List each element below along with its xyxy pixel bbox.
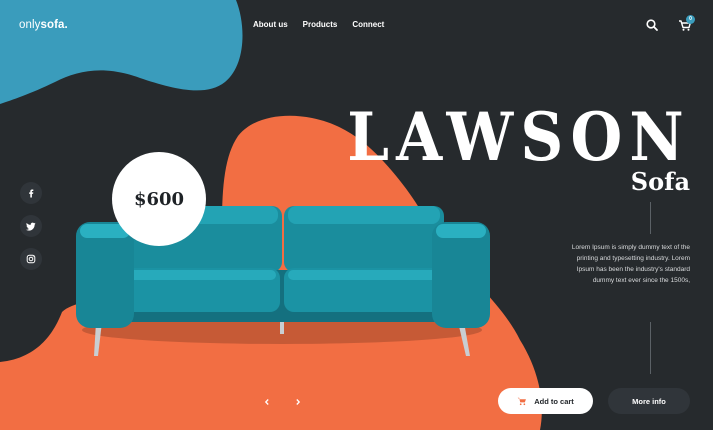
brand-name-suffix: sofa. xyxy=(40,19,68,31)
instagram-link[interactable] xyxy=(20,248,42,270)
search-icon[interactable] xyxy=(645,18,659,32)
more-info-label: More info xyxy=(632,396,666,406)
chevron-left-icon xyxy=(264,398,269,405)
brand-logo[interactable]: onlysofa. xyxy=(19,19,68,31)
add-to-cart-button[interactable]: Add to cart xyxy=(498,388,593,414)
product-description: Lorem Ipsum is simply dummy text of the … xyxy=(571,244,690,284)
instagram-icon xyxy=(26,254,36,264)
facebook-link[interactable] xyxy=(20,182,42,204)
nav-item-connect[interactable]: Connect xyxy=(352,20,384,29)
divider-line-bottom xyxy=(650,322,651,374)
prev-button[interactable] xyxy=(254,389,279,414)
twitter-link[interactable] xyxy=(20,215,42,237)
product-title: LAWSON xyxy=(347,98,691,176)
more-info-button[interactable]: More info xyxy=(608,388,690,414)
add-to-cart-label: Add to cart xyxy=(534,396,574,406)
chevron-right-icon xyxy=(295,398,300,405)
main-nav: About us Products Connect xyxy=(253,20,384,29)
twitter-icon xyxy=(26,222,36,231)
product-subtitle: Sofa xyxy=(630,167,690,196)
blue-blob xyxy=(0,0,243,104)
cart-count-badge: 0 xyxy=(686,15,695,24)
price-badge: $600 xyxy=(112,152,206,246)
next-button[interactable] xyxy=(285,389,310,414)
facebook-icon xyxy=(29,189,34,198)
brand-name-prefix: only xyxy=(19,19,41,31)
cart-icon xyxy=(517,397,527,406)
nav-item-products[interactable]: Products xyxy=(303,20,338,29)
nav-item-about[interactable]: About us xyxy=(253,20,288,29)
hero-background xyxy=(0,0,542,430)
divider-line-top xyxy=(650,202,651,234)
